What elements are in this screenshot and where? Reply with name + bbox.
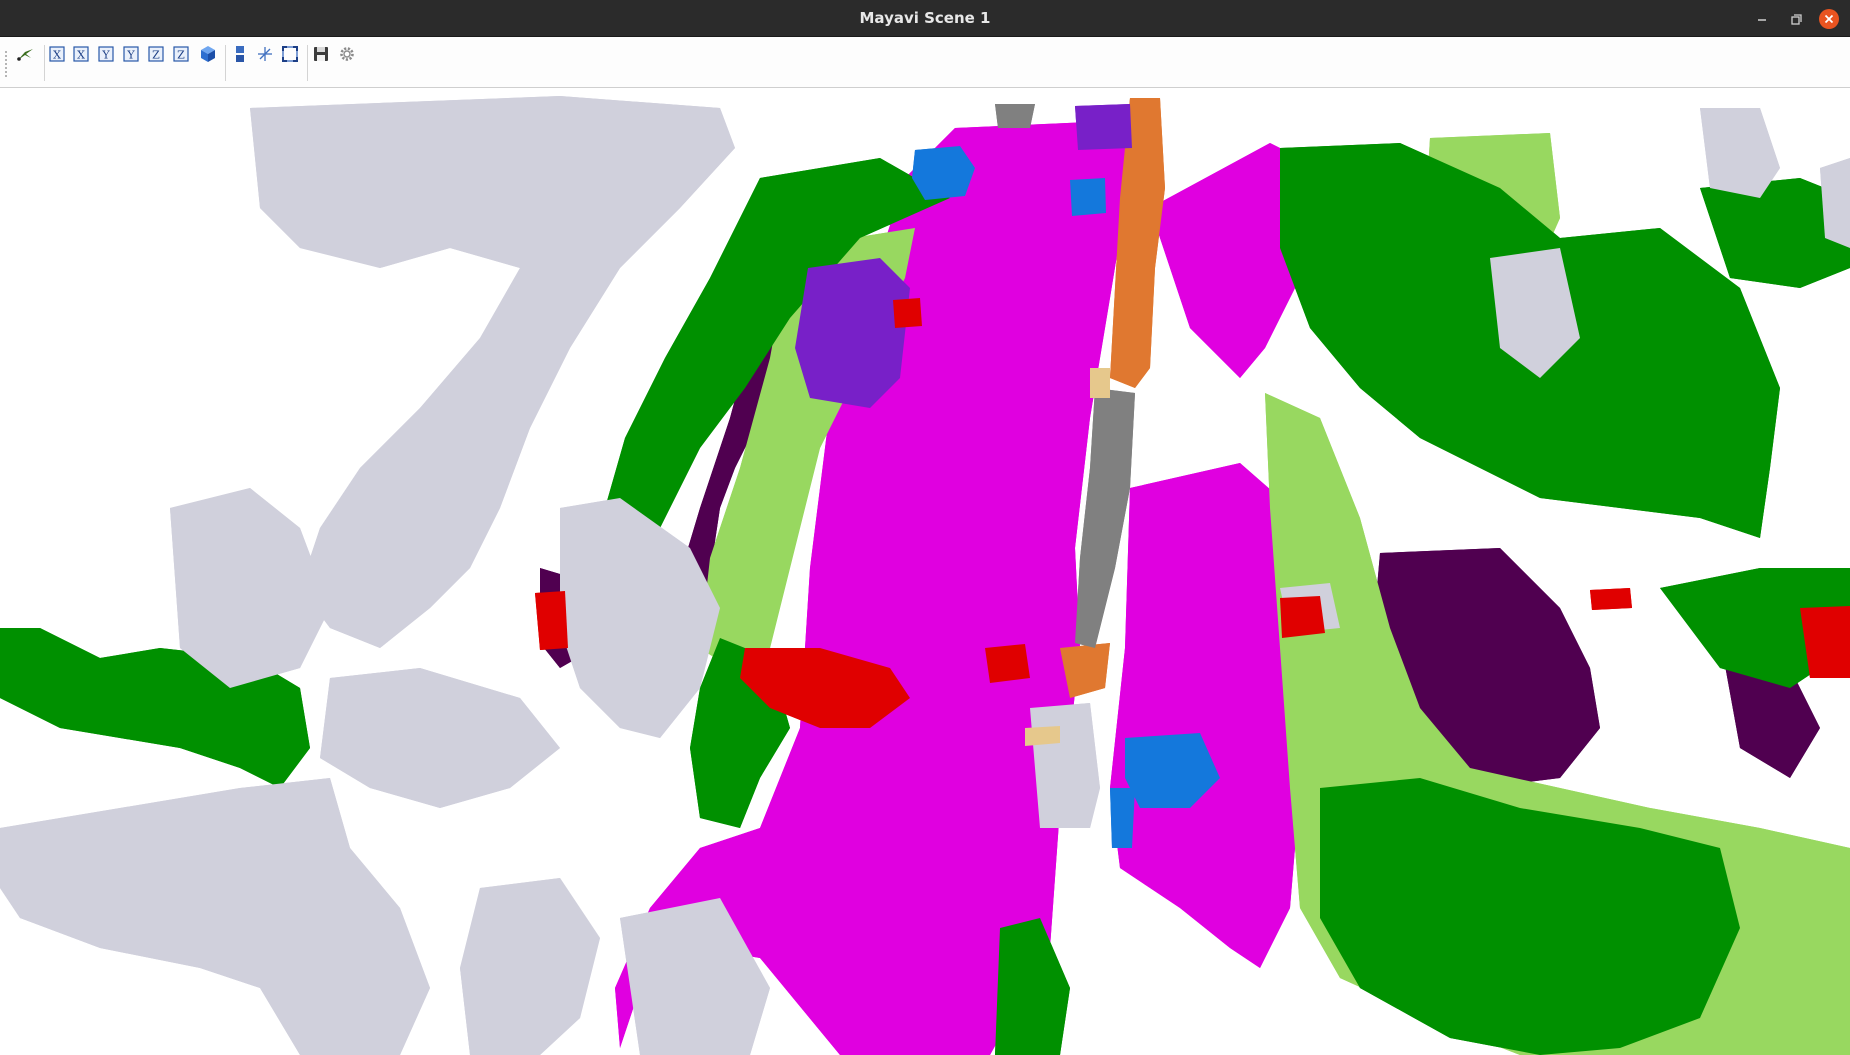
mayavi-logo-icon bbox=[17, 49, 33, 61]
view-x-icon: X bbox=[49, 46, 65, 62]
close-icon bbox=[1824, 14, 1834, 24]
view-plus-y-button[interactable]: Y bbox=[95, 43, 117, 65]
window-titlebar: Mayavi Scene 1 bbox=[0, 0, 1850, 37]
svg-text:X: X bbox=[53, 49, 61, 62]
scene-viewport[interactable] bbox=[0, 88, 1850, 1055]
fullscreen-icon bbox=[282, 46, 298, 62]
view-minus-y-button[interactable]: Y bbox=[120, 43, 142, 65]
isometric-view-button[interactable] bbox=[197, 43, 219, 65]
save-icon bbox=[314, 47, 328, 61]
toggle-parallel-projection-button[interactable] bbox=[229, 43, 251, 65]
save-scene-button[interactable] bbox=[310, 43, 332, 65]
gear-icon bbox=[340, 47, 354, 61]
toggle-axes-indicator-button[interactable] bbox=[254, 43, 276, 65]
view-z-icon: Z bbox=[148, 46, 164, 62]
toolbar-grip[interactable] bbox=[5, 51, 8, 77]
maximize-button[interactable] bbox=[1786, 9, 1806, 29]
view-y-icon: Y bbox=[98, 46, 114, 62]
view-plus-x-button[interactable]: X bbox=[46, 43, 68, 65]
scene-toolbar: X X Y Y Z Z bbox=[0, 37, 1850, 88]
view-x-icon: X bbox=[73, 46, 89, 62]
svg-text:X: X bbox=[77, 49, 85, 62]
mayavi-pipeline-button[interactable] bbox=[14, 43, 36, 65]
full-screen-button[interactable] bbox=[279, 43, 301, 65]
close-button[interactable] bbox=[1819, 9, 1839, 29]
cube-icon bbox=[201, 46, 215, 62]
configure-scene-button[interactable] bbox=[336, 43, 358, 65]
view-z-icon: Z bbox=[173, 46, 189, 62]
restore-icon bbox=[1791, 14, 1802, 25]
svg-text:Z: Z bbox=[177, 49, 185, 62]
view-plus-z-button[interactable]: Z bbox=[145, 43, 167, 65]
window-title: Mayavi Scene 1 bbox=[859, 9, 991, 27]
minimize-button[interactable] bbox=[1752, 9, 1772, 29]
voxel-grid-overlay bbox=[0, 96, 1850, 1055]
view-minus-x-button[interactable]: X bbox=[70, 43, 92, 65]
svg-text:Z: Z bbox=[152, 49, 160, 62]
view-minus-z-button[interactable]: Z bbox=[170, 43, 192, 65]
parallel-projection-icon bbox=[236, 46, 244, 62]
minimize-icon bbox=[1758, 19, 1766, 21]
voxel-scene bbox=[0, 96, 1850, 1055]
view-y-icon: Y bbox=[123, 46, 139, 62]
svg-text:Y: Y bbox=[126, 49, 135, 62]
svg-text:Y: Y bbox=[101, 49, 110, 62]
axes-icon bbox=[258, 47, 272, 61]
